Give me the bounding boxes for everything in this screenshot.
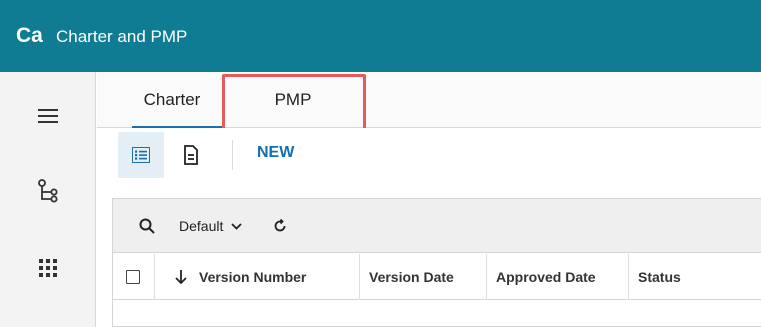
sort-down-arrow-icon bbox=[175, 270, 187, 284]
tab-pmp[interactable]: PMP bbox=[223, 72, 363, 128]
column-header-approved-date[interactable]: Approved Date bbox=[487, 254, 629, 300]
tree-hierarchy-icon[interactable] bbox=[0, 174, 96, 210]
filter-bar: Default bbox=[113, 199, 761, 253]
tab-charter[interactable]: Charter bbox=[122, 72, 222, 129]
column-header-label: Version Number bbox=[199, 269, 307, 285]
column-header-status[interactable]: Status bbox=[629, 254, 761, 300]
toolbar: NEW bbox=[97, 128, 761, 182]
view-selector[interactable]: Default bbox=[179, 216, 242, 236]
search-icon[interactable] bbox=[137, 216, 157, 236]
chevron-down-icon bbox=[231, 222, 242, 230]
refresh-icon[interactable] bbox=[270, 216, 290, 236]
new-button[interactable]: NEW bbox=[257, 144, 294, 162]
page-title: Charter and PMP bbox=[56, 27, 188, 46]
hamburger-menu-icon[interactable] bbox=[0, 98, 96, 134]
column-header-version-number[interactable]: Version Number bbox=[155, 254, 360, 300]
app-code: Ca bbox=[16, 24, 43, 47]
select-all-cell bbox=[113, 254, 155, 300]
list-view-icon[interactable] bbox=[118, 132, 164, 178]
document-icon[interactable] bbox=[168, 132, 214, 178]
tab-bar: Charter PMP bbox=[97, 72, 761, 129]
column-header-version-date[interactable]: Version Date bbox=[360, 254, 487, 300]
view-selector-label: Default bbox=[179, 218, 224, 234]
table-header-row: Version Number Version Date Approved Dat… bbox=[113, 254, 761, 300]
toolbar-divider bbox=[232, 140, 233, 170]
left-rail bbox=[0, 72, 96, 327]
app-grid-icon[interactable] bbox=[0, 250, 96, 286]
records-panel: Default Version Number Version Date Appr… bbox=[112, 198, 761, 327]
select-all-checkbox[interactable] bbox=[126, 270, 140, 284]
app-header: Ca Charter and PMP bbox=[0, 0, 761, 72]
